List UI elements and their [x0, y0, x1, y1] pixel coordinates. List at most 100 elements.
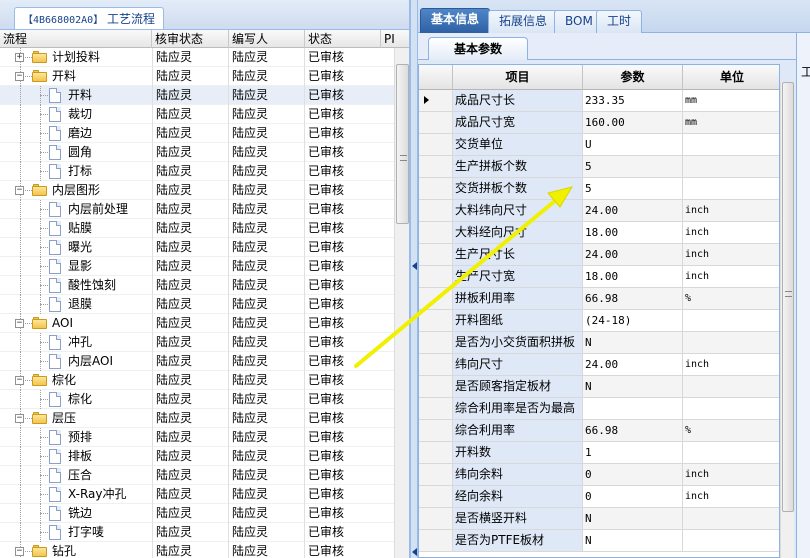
expand-collapse-icon[interactable]: − — [15, 375, 24, 385]
tree-node-step[interactable]: 预排 陆应灵 陆应灵 已审核 — [0, 427, 394, 447]
param-row[interactable]: 综合利用率 66.98% — [419, 420, 779, 442]
param-value-cell[interactable] — [583, 398, 683, 419]
side-panel-tab[interactable]: 工 — [801, 63, 810, 80]
tree-node-step[interactable]: 内层前处理 陆应灵 陆应灵 已审核 — [0, 199, 394, 219]
param-row[interactable]: 生产拼板个数 5 — [419, 156, 779, 178]
expand-collapse-icon[interactable]: − — [15, 546, 24, 556]
tree-node-step[interactable]: 铣边 陆应灵 陆应灵 已审核 — [0, 503, 394, 523]
param-value-cell[interactable]: 18.00 — [583, 222, 683, 243]
tree-scrollbar-thumb[interactable] — [396, 64, 409, 224]
param-value-cell[interactable]: 5 — [583, 178, 683, 199]
tab-basic-params[interactable]: 基本参数 — [428, 37, 528, 60]
grid-scrollbar-thumb[interactable] — [782, 82, 794, 512]
param-unit-cell[interactable]: mm — [683, 112, 779, 133]
expand-collapse-icon[interactable]: − — [15, 71, 24, 81]
tree-node-folder[interactable]: − AOI 陆应灵 陆应灵 已审核 — [0, 313, 394, 333]
row-indicator[interactable] — [419, 112, 453, 133]
collapse-left-icon[interactable] — [412, 262, 417, 270]
tree-node-folder[interactable]: − 钻孔 陆应灵 陆应灵 已审核 — [0, 541, 394, 558]
tree-scrollbar[interactable] — [394, 48, 409, 558]
tree-node-step[interactable]: 打字唛 陆应灵 陆应灵 已审核 — [0, 522, 394, 542]
param-unit-cell[interactable]: inch — [683, 354, 779, 375]
param-row[interactable]: 成品尺寸宽 160.00 mm — [419, 112, 779, 134]
tree-node-folder[interactable]: − 棕化 陆应灵 陆应灵 已审核 — [0, 370, 394, 390]
param-value-cell[interactable]: 66.98 — [583, 288, 683, 309]
param-unit-cell[interactable] — [683, 310, 779, 331]
row-indicator[interactable] — [419, 508, 453, 529]
col-header-pi[interactable]: PI — [381, 30, 409, 48]
param-value-cell[interactable]: 160.00 — [583, 112, 683, 133]
param-unit-cell[interactable]: inch — [683, 486, 779, 507]
tree-node-folder[interactable]: − 层压 陆应灵 陆应灵 已审核 — [0, 408, 394, 428]
tree-node-folder[interactable]: + 计划投料 陆应灵 陆应灵 已审核 — [0, 48, 394, 67]
row-indicator[interactable] — [419, 156, 453, 177]
param-unit-cell[interactable] — [683, 134, 779, 155]
param-row[interactable]: 拼板利用率 66.98% — [419, 288, 779, 310]
param-unit-cell[interactable]: % — [683, 420, 779, 441]
row-indicator[interactable] — [419, 90, 453, 111]
tree-node-step[interactable]: 贴膜 陆应灵 陆应灵 已审核 — [0, 218, 394, 238]
param-row[interactable]: 是否为小交货面积拼板 N — [419, 332, 779, 354]
param-row[interactable]: 生产尺寸宽 18.00 inch — [419, 266, 779, 288]
row-indicator[interactable] — [419, 200, 453, 221]
param-unit-cell[interactable]: inch — [683, 266, 779, 287]
tree-node-step[interactable]: 曝光 陆应灵 陆应灵 已审核 — [0, 237, 394, 257]
param-unit-cell[interactable]: mm — [683, 90, 779, 111]
tree-node-step[interactable]: 打标 陆应灵 陆应灵 已审核 — [0, 161, 394, 181]
row-indicator[interactable] — [419, 332, 453, 353]
param-unit-cell[interactable]: inch — [683, 244, 779, 265]
param-row[interactable]: 交货拼板个数 5 — [419, 178, 779, 200]
tree-node-step[interactable]: 磨边 陆应灵 陆应灵 已审核 — [0, 123, 394, 143]
row-indicator[interactable] — [419, 530, 453, 551]
param-row[interactable]: 生产尺寸长 24.00 inch — [419, 244, 779, 266]
expand-collapse-icon[interactable]: + — [15, 52, 24, 62]
tree-node-step[interactable]: 排板 陆应灵 陆应灵 已审核 — [0, 446, 394, 466]
param-row[interactable]: 纬向尺寸 24.00 inch — [419, 354, 779, 376]
param-value-cell[interactable]: 5 — [583, 156, 683, 177]
param-row[interactable]: 是否横竖开料 N — [419, 508, 779, 530]
tree-node-step[interactable]: 内层AOI 陆应灵 陆应灵 已审核 — [0, 351, 394, 371]
expand-collapse-icon[interactable]: − — [15, 413, 24, 423]
col-header-review-status[interactable]: 核审状态 — [152, 30, 229, 48]
param-unit-cell[interactable]: inch — [683, 464, 779, 485]
row-indicator[interactable] — [419, 244, 453, 265]
param-value-cell[interactable]: 24.00 — [583, 354, 683, 375]
tree-node-step[interactable]: 圆角 陆应灵 陆应灵 已审核 — [0, 142, 394, 162]
param-row[interactable]: 大料纬向尺寸 24.00 inch — [419, 200, 779, 222]
row-indicator[interactable] — [419, 486, 453, 507]
row-indicator[interactable] — [419, 222, 453, 243]
row-indicator[interactable] — [419, 464, 453, 485]
tree-node-step[interactable]: 压合 陆应灵 陆应灵 已审核 — [0, 465, 394, 485]
row-indicator[interactable] — [419, 398, 453, 419]
param-value-cell[interactable]: 24.00 — [583, 244, 683, 265]
row-indicator[interactable] — [419, 420, 453, 441]
param-row[interactable]: 大料经向尺寸 18.00 inch — [419, 222, 779, 244]
param-value-cell[interactable]: (24-18) — [583, 310, 683, 331]
collapse-left-icon-bottom[interactable] — [412, 548, 417, 556]
col-header-state[interactable]: 状态 — [305, 30, 381, 48]
param-unit-cell[interactable] — [683, 398, 779, 419]
param-unit-cell[interactable]: inch — [683, 200, 779, 221]
tree-node-step[interactable]: 退膜 陆应灵 陆应灵 已审核 — [0, 294, 394, 314]
param-unit-cell[interactable] — [683, 442, 779, 463]
param-value-cell[interactable]: U — [583, 134, 683, 155]
tree-node-folder[interactable]: − 内层图形 陆应灵 陆应灵 已审核 — [0, 180, 394, 200]
param-row[interactable]: 经向余料 0 inch — [419, 486, 779, 508]
param-row[interactable]: 成品尺寸长 233.35 mm — [419, 90, 779, 112]
param-row[interactable]: 是否为PTFE板材 N — [419, 530, 779, 552]
param-unit-cell[interactable] — [683, 332, 779, 353]
row-indicator[interactable] — [419, 266, 453, 287]
param-value-cell[interactable]: 66.98 — [583, 420, 683, 441]
tree-node-step[interactable]: X-Ray冲孔 陆应灵 陆应灵 已审核 — [0, 484, 394, 504]
tab-work-hours[interactable]: 工时 — [596, 10, 643, 33]
param-value-cell[interactable]: N — [583, 376, 683, 397]
tree-node-step[interactable]: 酸性蚀刻 陆应灵 陆应灵 已审核 — [0, 275, 394, 295]
tree-node-folder[interactable]: − 开料 陆应灵 陆应灵 已审核 — [0, 66, 394, 86]
param-unit-cell[interactable] — [683, 156, 779, 177]
param-value-cell[interactable]: 233.35 — [583, 90, 683, 111]
param-row[interactable]: 开料数 1 — [419, 442, 779, 464]
row-indicator[interactable] — [419, 178, 453, 199]
param-value-cell[interactable]: 1 — [583, 442, 683, 463]
param-unit-cell[interactable] — [683, 178, 779, 199]
col-header-item[interactable]: 项目 — [453, 65, 583, 90]
